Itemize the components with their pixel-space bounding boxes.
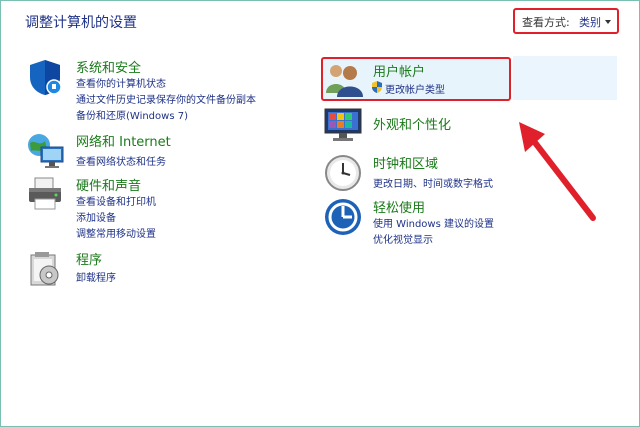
uac-shield-icon xyxy=(372,81,382,93)
category-heading[interactable]: 系统和安全 xyxy=(76,57,141,76)
category-link[interactable]: 备份和还原(Windows 7) xyxy=(76,107,188,122)
network-icon[interactable] xyxy=(25,131,65,171)
hover-highlight xyxy=(513,56,617,100)
category-link[interactable]: 使用 Windows 建议的设置 xyxy=(373,215,494,230)
category-heading[interactable]: 网络和 Internet xyxy=(76,131,171,150)
category-link[interactable]: 调整常用移动设置 xyxy=(76,225,156,240)
chevron-down-icon[interactable] xyxy=(605,20,611,24)
view-by-dropdown[interactable]: 类别 xyxy=(579,14,601,30)
category-link[interactable]: 更改日期、时间或数字格式 xyxy=(373,175,493,190)
page-title: 调整计算机的设置 xyxy=(25,15,137,31)
view-by-control[interactable]: 查看方式: 类别 xyxy=(513,8,619,34)
programs-icon[interactable] xyxy=(25,249,65,289)
shield-icon[interactable] xyxy=(25,57,65,97)
category-link[interactable]: 查看你的计算机状态 xyxy=(76,75,166,90)
category-heading[interactable]: 外观和个性化 xyxy=(373,114,451,133)
display-icon[interactable] xyxy=(323,105,363,145)
clock-icon[interactable] xyxy=(323,153,363,193)
category-link[interactable]: 优化视觉显示 xyxy=(373,231,433,246)
category-link[interactable]: 添加设备 xyxy=(76,209,116,224)
category-link[interactable]: 更改帐户类型 xyxy=(385,81,445,96)
accessibility-icon[interactable] xyxy=(323,197,363,237)
view-by-label: 查看方式: xyxy=(522,16,570,29)
category-heading[interactable]: 硬件和声音 xyxy=(76,175,141,194)
category-heading[interactable]: 用户帐户 xyxy=(373,61,425,80)
category-heading[interactable]: 轻松使用 xyxy=(373,197,425,216)
control-panel-window: 调整计算机的设置 查看方式: 类别 系统和安全 查看你的计算机状态 通过文件历史… xyxy=(0,0,640,427)
users-icon[interactable] xyxy=(323,59,363,99)
printer-icon[interactable] xyxy=(25,175,65,215)
category-link[interactable]: 查看网络状态和任务 xyxy=(76,153,166,168)
category-heading[interactable]: 程序 xyxy=(76,249,102,268)
category-link[interactable]: 卸载程序 xyxy=(76,269,116,284)
category-link[interactable]: 查看设备和打印机 xyxy=(76,193,156,208)
category-link[interactable]: 通过文件历史记录保存你的文件备份副本 xyxy=(76,91,256,106)
annotation-arrow xyxy=(519,122,596,221)
category-heading[interactable]: 时钟和区域 xyxy=(373,153,438,172)
